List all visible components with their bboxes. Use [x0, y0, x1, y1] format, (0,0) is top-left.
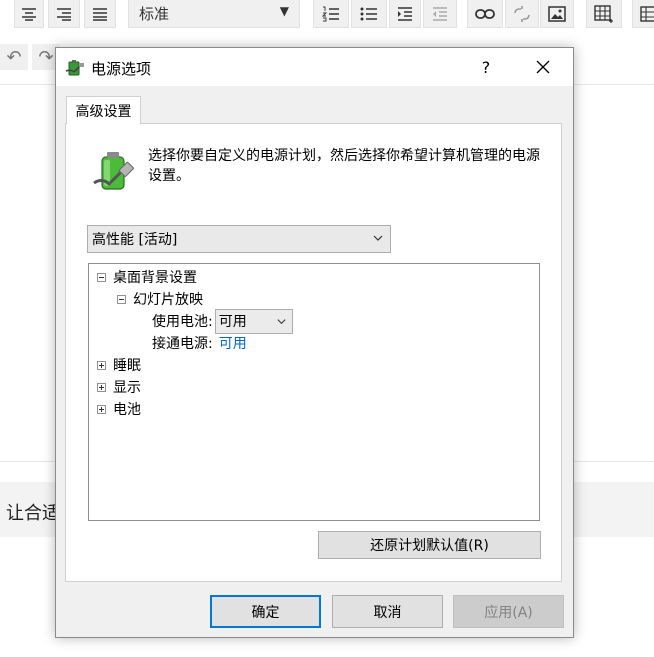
- on-battery-value: 可用: [218, 314, 247, 330]
- dialog-title: 电源选项: [91, 60, 152, 78]
- button-label: 取消: [373, 604, 402, 621]
- paragraph-style-select[interactable]: 标准 ▼: [128, 0, 300, 28]
- outdent-button[interactable]: [423, 0, 457, 28]
- dialog-description: 选择你要自定义的电源计划，然后选择你希望计算机管理的电源设置。: [148, 148, 540, 184]
- table-more-button[interactable]: [632, 0, 654, 28]
- plugged-in-value-link[interactable]: 可用: [219, 333, 247, 353]
- button-label: 应用(A): [484, 604, 533, 621]
- dropdown-arrow-icon: ▼: [279, 4, 289, 18]
- tree-node-label: 显示: [113, 380, 141, 396]
- power-options-icon: [65, 60, 84, 76]
- tree-node-desktop-background[interactable]: 桌面背景设置: [97, 267, 197, 287]
- tree-node-label: 睡眠: [113, 358, 141, 374]
- setting-label: 接通电源:: [152, 336, 213, 352]
- tab-advanced-settings[interactable]: 高级设置: [66, 96, 141, 124]
- close-button[interactable]: [518, 48, 568, 86]
- button-label: 还原计划默认值(R): [370, 538, 489, 554]
- tree-node-battery[interactable]: 电池: [97, 399, 141, 419]
- tree-node-label: 电池: [113, 402, 141, 418]
- table-icon: [640, 5, 654, 22]
- power-plan-select[interactable]: 高性能 [活动]: [87, 225, 391, 253]
- bullet-list-button[interactable]: [351, 0, 387, 28]
- tab-label: 高级设置: [75, 103, 132, 120]
- background-text: 让合适: [6, 503, 60, 524]
- tree-setting-plugged-in: 接通电源: 可用: [152, 333, 247, 353]
- undo-icon[interactable]: ↶: [0, 44, 28, 70]
- help-button[interactable]: ?: [461, 48, 511, 86]
- outdent-icon: [433, 6, 447, 21]
- tree-node-display[interactable]: 显示: [97, 377, 141, 397]
- chevron-down-icon: [277, 318, 286, 324]
- insert-table-button[interactable]: [586, 0, 622, 28]
- power-plan-value: 高性能 [活动]: [92, 232, 178, 248]
- align-justify-button[interactable]: [84, 0, 116, 28]
- align-center-icon: [22, 7, 36, 21]
- align-right-button[interactable]: [48, 0, 80, 28]
- dialog-titlebar[interactable]: 电源选项 ?: [56, 48, 573, 86]
- ok-button[interactable]: 确定: [210, 595, 321, 628]
- indent-button[interactable]: [389, 0, 421, 28]
- align-right-icon: [57, 7, 71, 21]
- tree-node-slideshow[interactable]: 幻灯片放映: [117, 289, 203, 309]
- collapse-icon[interactable]: [117, 294, 126, 304]
- close-icon: [536, 60, 550, 74]
- align-center-button[interactable]: [14, 0, 44, 28]
- numbered-list-button[interactable]: [313, 0, 349, 28]
- unlink-icon: [514, 5, 530, 22]
- align-justify-icon: [93, 7, 107, 21]
- power-options-dialog: 电源选项 ? 高级设置 选择你要自定义的电源计划，然后选择你希望计算机管理的电源…: [55, 47, 574, 638]
- help-icon: ?: [481, 57, 491, 77]
- unlink-button[interactable]: [505, 0, 539, 28]
- tree-node-label: 桌面背景设置: [113, 270, 197, 286]
- expand-icon[interactable]: [97, 382, 106, 392]
- bullet-list-icon: [360, 7, 377, 20]
- expand-icon[interactable]: [97, 360, 106, 370]
- insert-image-button[interactable]: [540, 0, 574, 28]
- numbered-list-icon: [322, 6, 339, 21]
- table-icon: [594, 4, 613, 23]
- advanced-settings-panel: 选择你要自定义的电源计划，然后选择你希望计算机管理的电源设置。 高性能 [活动]…: [65, 123, 562, 582]
- chevron-down-icon: [373, 235, 383, 241]
- indent-icon: [398, 6, 412, 21]
- battery-plug-icon: [93, 152, 134, 190]
- paragraph-style-value: 标准: [139, 5, 170, 23]
- tree-setting-on-battery: 使用电池: 可用: [152, 308, 293, 334]
- tree-node-label: 幻灯片放映: [133, 292, 203, 308]
- power-settings-tree[interactable]: 桌面背景设置 幻灯片放映 使用电池: 可用 接通电源: 可用 睡眠 显示 电池: [88, 263, 540, 521]
- tree-node-sleep[interactable]: 睡眠: [97, 355, 141, 375]
- restore-defaults-button[interactable]: 还原计划默认值(R): [318, 531, 541, 559]
- link-icon: [475, 8, 495, 19]
- button-label: 确定: [251, 604, 280, 621]
- expand-icon[interactable]: [97, 404, 106, 414]
- cancel-button[interactable]: 取消: [332, 595, 443, 628]
- insert-link-button[interactable]: [467, 0, 503, 28]
- setting-label: 使用电池:: [152, 314, 213, 330]
- apply-button[interactable]: 应用(A): [453, 595, 564, 628]
- image-icon: [548, 5, 566, 22]
- on-battery-select[interactable]: 可用: [214, 308, 293, 334]
- collapse-icon[interactable]: [97, 272, 106, 282]
